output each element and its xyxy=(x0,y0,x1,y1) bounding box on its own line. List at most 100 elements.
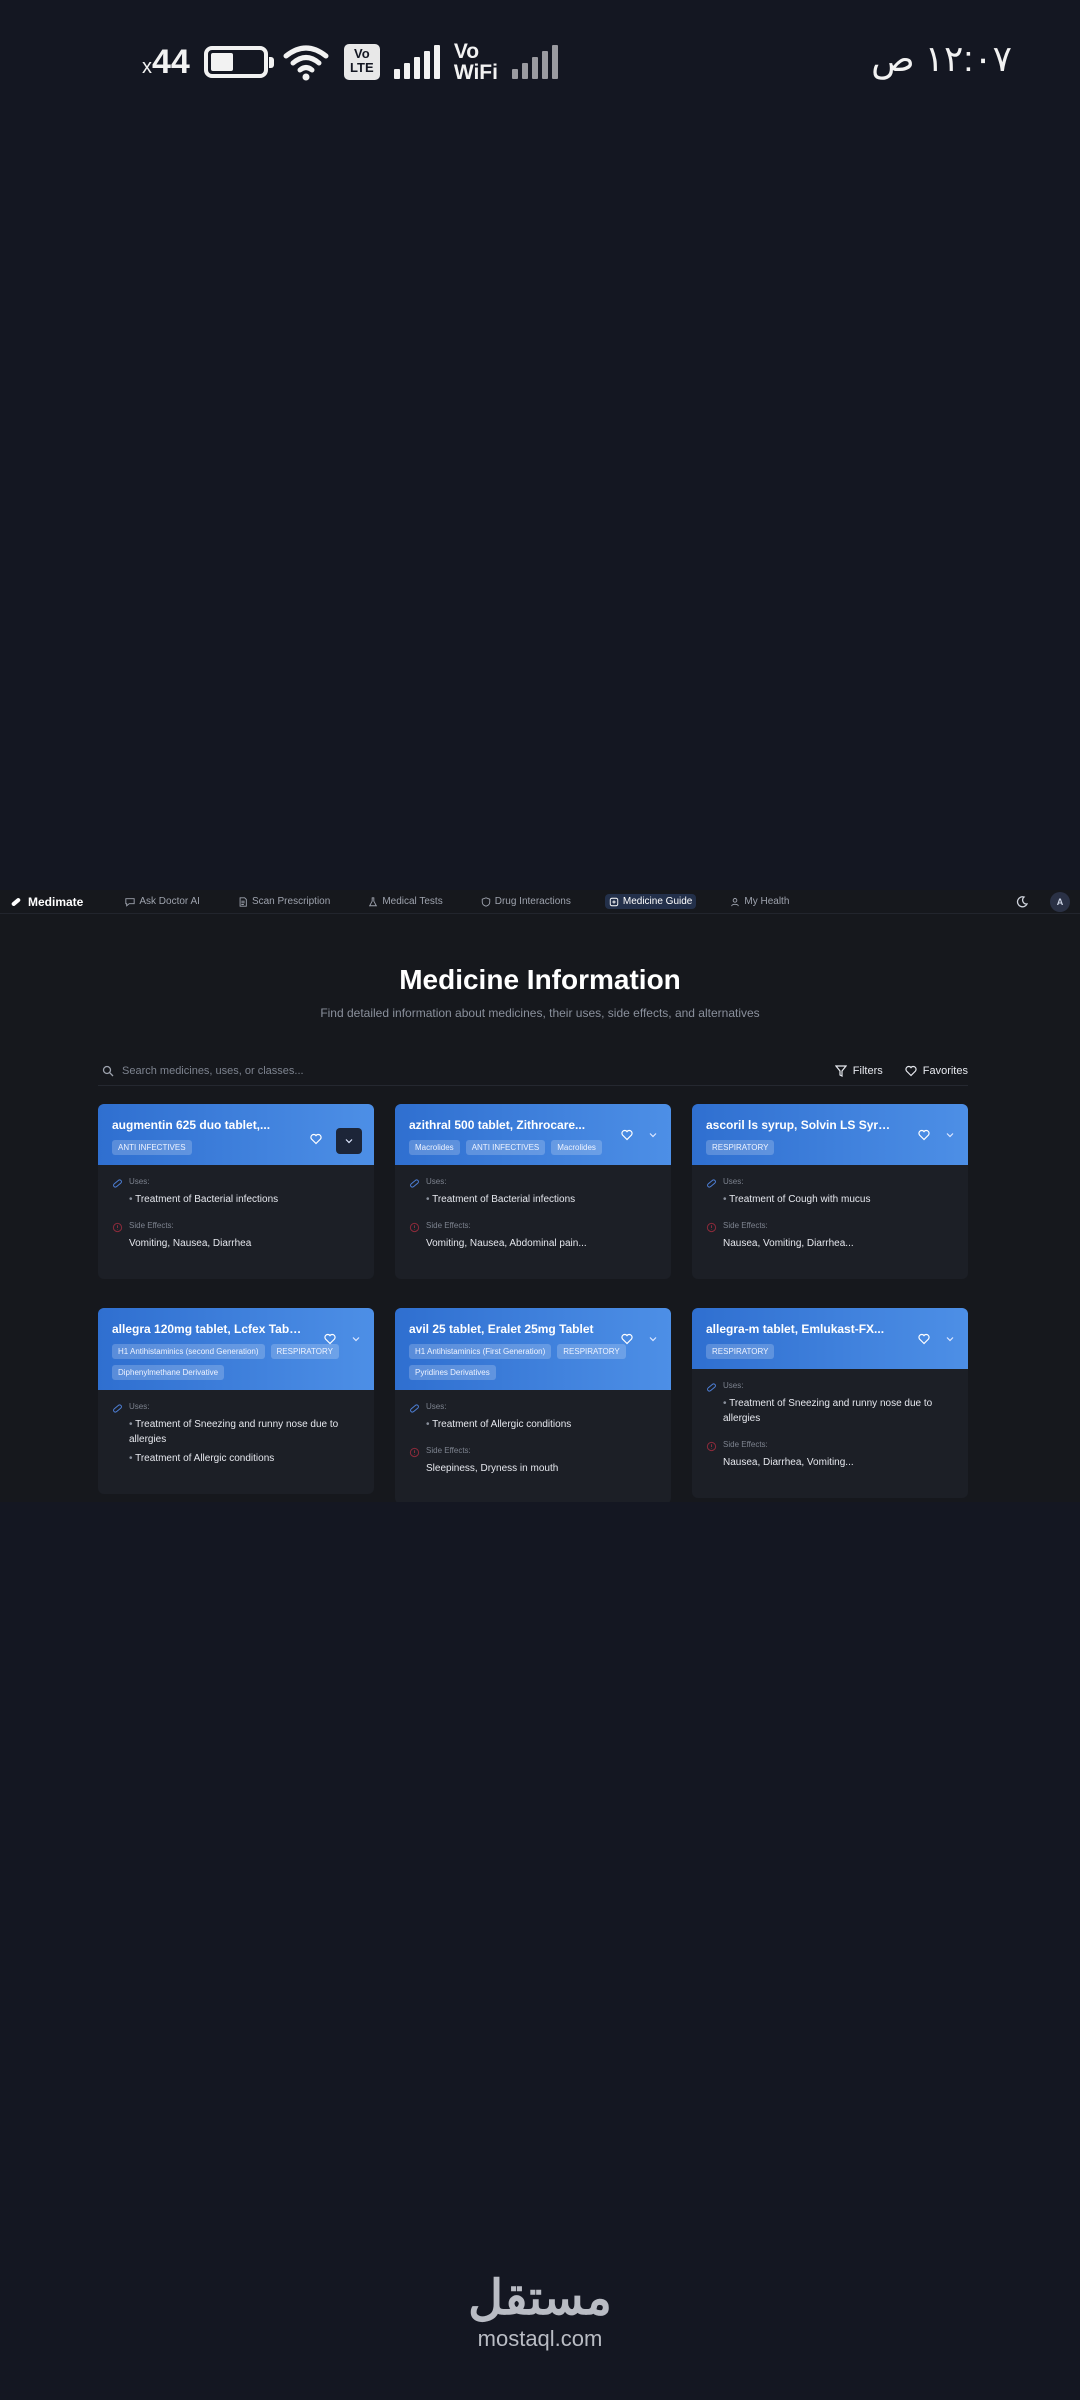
medicine-card[interactable]: allegra 120mg tablet, Lcfex Tablet... H1 … xyxy=(98,1308,374,1494)
favorite-button[interactable] xyxy=(918,1332,930,1350)
chevron-down-icon xyxy=(946,1133,954,1138)
card-actions xyxy=(621,1332,659,1350)
status-icons: x44 Vo LTE Vo WiFi xyxy=(142,40,558,84)
capsule-icon xyxy=(113,1179,122,1188)
card-header: azithral 500 tablet, Zithrocare... Macrol… xyxy=(395,1104,671,1165)
capsule-icon xyxy=(410,1404,419,1413)
heart-icon xyxy=(324,1333,336,1345)
warning-icon xyxy=(706,1222,717,1233)
nav-item-drug-interactions[interactable]: Drug Interactions xyxy=(477,894,575,909)
card-body: Uses: Treatment of Bacterial infections Si… xyxy=(395,1165,671,1279)
flask-icon xyxy=(369,896,378,906)
card-actions xyxy=(324,1332,362,1350)
uses-label: Uses: xyxy=(426,1402,447,1411)
class-tag: ANTI INFECTIVES xyxy=(112,1140,192,1155)
uses-label: Uses: xyxy=(723,1381,744,1390)
use-item: Treatment of Allergic conditions xyxy=(426,1417,571,1432)
card-header: allegra 120mg tablet, Lcfex Tablet... H1 … xyxy=(98,1308,374,1390)
heart-icon xyxy=(905,1065,917,1076)
side-effects-label: Side Effects: xyxy=(426,1221,471,1230)
expand-button[interactable] xyxy=(944,1332,956,1350)
expand-button[interactable] xyxy=(647,1332,659,1350)
class-tag: H1 Antihistaminics (second Generation) xyxy=(112,1344,265,1359)
medicine-card[interactable]: ascoril ls syrup, Solvin LS Syrup,... RES… xyxy=(692,1104,968,1279)
nav-item-my-health[interactable]: My Health xyxy=(726,894,793,909)
card-header: avil 25 tablet, Eralet 25mg Tablet H1 Ant… xyxy=(395,1308,671,1390)
filters-button[interactable]: Filters xyxy=(834,1064,883,1077)
capsule-icon xyxy=(410,1179,419,1188)
favorite-button[interactable] xyxy=(621,1332,633,1350)
card-body: Uses: Treatment of Allergic conditions Sid… xyxy=(395,1390,671,1502)
signal-strength-2-icon xyxy=(511,45,558,79)
warning-icon xyxy=(409,1222,420,1233)
class-tag: RESPIRATORY xyxy=(706,1344,775,1359)
medicine-card[interactable]: augmentin 625 duo tablet,... ANTI INFECTI… xyxy=(98,1104,374,1279)
side-effects-label: Side Effects: xyxy=(426,1446,471,1455)
expand-button[interactable] xyxy=(350,1332,362,1350)
heart-icon xyxy=(621,1129,633,1141)
vowifi-label: Vo WiFi xyxy=(453,40,498,84)
side-effects-section: Side Effects: Vomiting, Nausea, Diarrhea xyxy=(112,1221,360,1255)
filter-icon xyxy=(834,1064,847,1077)
heart-icon xyxy=(310,1133,322,1145)
card-actions xyxy=(918,1128,956,1146)
chat-icon xyxy=(125,897,135,907)
battery-icon xyxy=(203,46,274,78)
side-effects-section: Side Effects: Vomiting, Nausea, Abdominal… xyxy=(409,1221,657,1255)
card-body: Uses: Treatment of Sneezing and runny nos… xyxy=(98,1390,374,1494)
uses-section: Uses: Treatment of Sneezing and runny nos… xyxy=(706,1381,954,1430)
uses-label: Uses: xyxy=(723,1177,744,1186)
side-effects-text: Vomiting, Nausea, Abdominal pain... xyxy=(426,1238,587,1249)
avatar[interactable]: A xyxy=(1050,891,1070,912)
card-header: augmentin 625 duo tablet,... ANTI INFECTI… xyxy=(98,1104,374,1165)
favorite-button[interactable] xyxy=(324,1332,336,1350)
medicine-card[interactable]: avil 25 tablet, Eralet 25mg Tablet H1 Ant… xyxy=(395,1308,671,1502)
uses-section: Uses: Treatment of Sneezing and runny nos… xyxy=(112,1402,360,1470)
warning-icon xyxy=(706,1441,717,1452)
medicine-card[interactable]: allegra-m tablet, Emlukast-FX... RESPIRAT… xyxy=(692,1308,968,1498)
warning-icon xyxy=(112,1222,123,1233)
chevron-down-icon xyxy=(649,1133,657,1138)
clock: ١٢:٠٧ ص xyxy=(871,38,1012,79)
watermark-logo: مستقل xyxy=(468,2272,612,2325)
pill-logo-icon xyxy=(11,897,21,906)
nav-item-scan-prescription[interactable]: Scan Prescription xyxy=(234,894,334,909)
search-input[interactable]: Search medicines, uses, or classes... xyxy=(122,1065,304,1077)
class-tag: Macrolides xyxy=(409,1140,460,1155)
favorite-button[interactable] xyxy=(918,1128,930,1146)
class-tag: RESPIRATORY xyxy=(706,1140,775,1155)
nav-item-ask-doctor-ai[interactable]: Ask Doctor AI xyxy=(121,894,204,909)
side-effects-text: Sleepiness, Dryness in mouth xyxy=(426,1463,559,1474)
expand-button[interactable] xyxy=(944,1128,956,1146)
brand[interactable]: Medimate xyxy=(10,895,83,909)
uses-section: Uses: Treatment of Bacterial infections xyxy=(112,1177,360,1211)
battery-fill xyxy=(210,53,233,71)
signal-strength-icon xyxy=(393,45,440,79)
status-bar: x44 Vo LTE Vo WiFi ١٢:٠٧ ص xyxy=(0,0,1080,120)
capsule-icon xyxy=(113,1404,122,1413)
use-item: Treatment of Sneezing and runny nose due… xyxy=(723,1396,954,1426)
chevron-down-icon xyxy=(352,1337,360,1342)
class-tag: ANTI INFECTIVES xyxy=(465,1140,546,1155)
use-item: Treatment of Sneezing and runny nose due… xyxy=(129,1417,360,1447)
uses-label: Uses: xyxy=(129,1402,150,1411)
expand-button[interactable] xyxy=(336,1128,362,1154)
moon-icon[interactable] xyxy=(1016,895,1028,908)
page-title: Medicine Information xyxy=(399,964,681,995)
chevron-down-icon xyxy=(649,1337,657,1342)
favorites-button[interactable]: Favorites xyxy=(905,1065,968,1077)
favorite-button[interactable] xyxy=(310,1132,322,1150)
medicine-card[interactable]: azithral 500 tablet, Zithrocare... Macrol… xyxy=(395,1104,671,1279)
use-item: Treatment of Bacterial infections xyxy=(129,1192,278,1207)
nav-item-medical-tests[interactable]: Medical Tests xyxy=(364,894,446,909)
favorite-button[interactable] xyxy=(621,1128,633,1146)
expand-button[interactable] xyxy=(647,1128,659,1146)
shield-icon xyxy=(481,896,490,907)
side-effects-section: Side Effects: Sleepiness, Dryness in mout… xyxy=(409,1446,657,1480)
volte-icon: Vo LTE xyxy=(343,44,380,80)
side-effects-label: Side Effects: xyxy=(723,1440,768,1449)
user-icon xyxy=(731,897,740,906)
nav-item-medicine-guide[interactable]: Medicine Guide xyxy=(604,894,697,909)
card-actions xyxy=(310,1128,362,1154)
side-effects-text: Nausea, Diarrhea, Vomiting... xyxy=(723,1457,854,1468)
